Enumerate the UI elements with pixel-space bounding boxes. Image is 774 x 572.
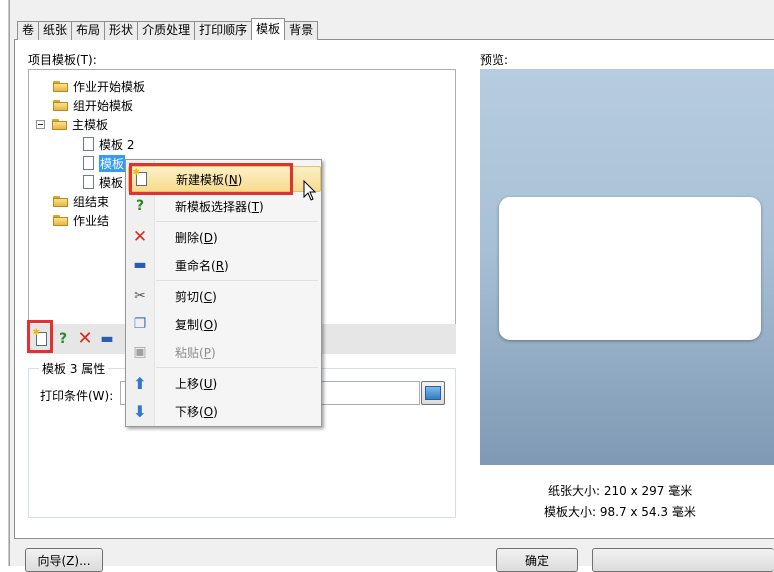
tree-item-label: 模板 (99, 154, 126, 172)
menu-item-delete[interactable]: ✕ 删除(D) (128, 225, 319, 249)
template-selector-icon[interactable]: ? (54, 330, 72, 348)
context-menu: ✱ 新建模板(N) ? 新模板选择器(T) ✕ 删除(D) ▬ 重命名(R) ✂… (125, 159, 322, 427)
tree-item-label: 主模板 (72, 117, 109, 132)
cut-icon: ✂ (134, 288, 146, 304)
tree-item-group-start[interactable]: 组开始模板 (53, 96, 133, 114)
rename-icon[interactable]: ▬ (98, 330, 116, 348)
tree-item-label: 作业开始模板 (73, 79, 146, 94)
rename-icon: ▬ (133, 257, 147, 273)
template-size-text: 模板大小: 98.7 x 54.3 毫米 (544, 505, 696, 519)
condition-editor-button[interactable] (421, 381, 445, 405)
menu-item-rename[interactable]: ▬ 重命名(R) (128, 253, 319, 277)
copy-icon: ❐ (133, 316, 147, 332)
tree-item-label: 组结束 (73, 194, 110, 209)
tab-template[interactable]: 模板 (251, 18, 286, 40)
tree-item-label: 组开始模板 (73, 98, 134, 113)
menu-item-copy[interactable]: ❐ 复制(O) (128, 312, 319, 336)
tree-item-label: 作业结 (73, 213, 110, 228)
tree-item-label: 模板 (99, 175, 124, 190)
delete-icon[interactable]: ✕ (76, 328, 94, 349)
preview-label: 预览: (480, 53, 509, 67)
tab-background[interactable]: 背景 (284, 21, 319, 40)
tab-bar: 卷 纸张 布局 形状 介质处理 打印顺序 模板 背景 (17, 18, 319, 40)
background-window-edge (0, 0, 9, 566)
tab-media[interactable]: 介质处理 (137, 21, 196, 40)
tree-item-work-start[interactable]: 作业开始模板 (53, 77, 145, 95)
folder-icon (53, 195, 69, 207)
tree-item-template-3[interactable]: 模板 (83, 154, 126, 172)
folder-icon (53, 99, 69, 111)
tree-label: 项目模板(T): (28, 53, 97, 67)
paste-icon: ▣ (133, 344, 147, 360)
arrow-down-icon: ⬇ (133, 401, 147, 421)
file-icon (83, 137, 94, 151)
highlight-box (27, 320, 53, 353)
wizard-button[interactable]: 向导(Z)... (25, 548, 103, 572)
menu-item-template-selector[interactable]: ? 新模板选择器(T) (128, 194, 319, 218)
print-condition-label: 打印条件(W): (40, 389, 114, 403)
collapse-icon[interactable] (36, 119, 45, 129)
folder-icon (53, 80, 69, 92)
delete-icon: ✕ (132, 227, 148, 247)
tree-item-main[interactable]: 主模板 (36, 115, 108, 133)
tree-item-template-2[interactable]: 模板 2 (83, 135, 134, 153)
tab-print-order[interactable]: 打印顺序 (194, 21, 253, 40)
tree-item-work-end[interactable]: 作业结 (53, 211, 109, 229)
menu-item-move-down[interactable]: ⬇ 下移(O) (128, 399, 319, 423)
folder-open-icon (52, 118, 68, 130)
menu-item-move-up[interactable]: ⬆ 上移(U) (128, 371, 319, 395)
ok-button[interactable]: 确定 (496, 548, 578, 572)
tab-shape[interactable]: 形状 (104, 21, 139, 40)
menu-item-cut[interactable]: ✂ 剪切(C) (128, 284, 319, 308)
cancel-button[interactable] (592, 548, 774, 572)
tree-item-template-other[interactable]: 模板 (83, 173, 123, 191)
arrow-up-icon: ⬆ (133, 373, 147, 393)
template-preview-card (499, 197, 761, 340)
group-title: 模板 3 属性 (39, 360, 109, 377)
tab-layout[interactable]: 布局 (71, 21, 106, 40)
mouse-cursor-icon (303, 180, 317, 201)
highlight-box (129, 163, 293, 195)
tab-paper[interactable]: 纸张 (38, 21, 73, 40)
menu-item-paste[interactable]: ▣ 粘贴(P) (128, 340, 319, 364)
file-icon (83, 156, 94, 170)
file-icon (83, 175, 94, 189)
paper-size-text: 纸张大小: 210 x 297 毫米 (548, 484, 693, 498)
tree-item-group-end[interactable]: 组结束 (53, 192, 109, 210)
tab-volume[interactable]: 卷 (17, 21, 40, 40)
tree-item-label: 模板 2 (99, 137, 135, 152)
template-selector-icon: ? (135, 198, 145, 214)
edit-icon (425, 386, 441, 400)
folder-icon (53, 214, 69, 226)
